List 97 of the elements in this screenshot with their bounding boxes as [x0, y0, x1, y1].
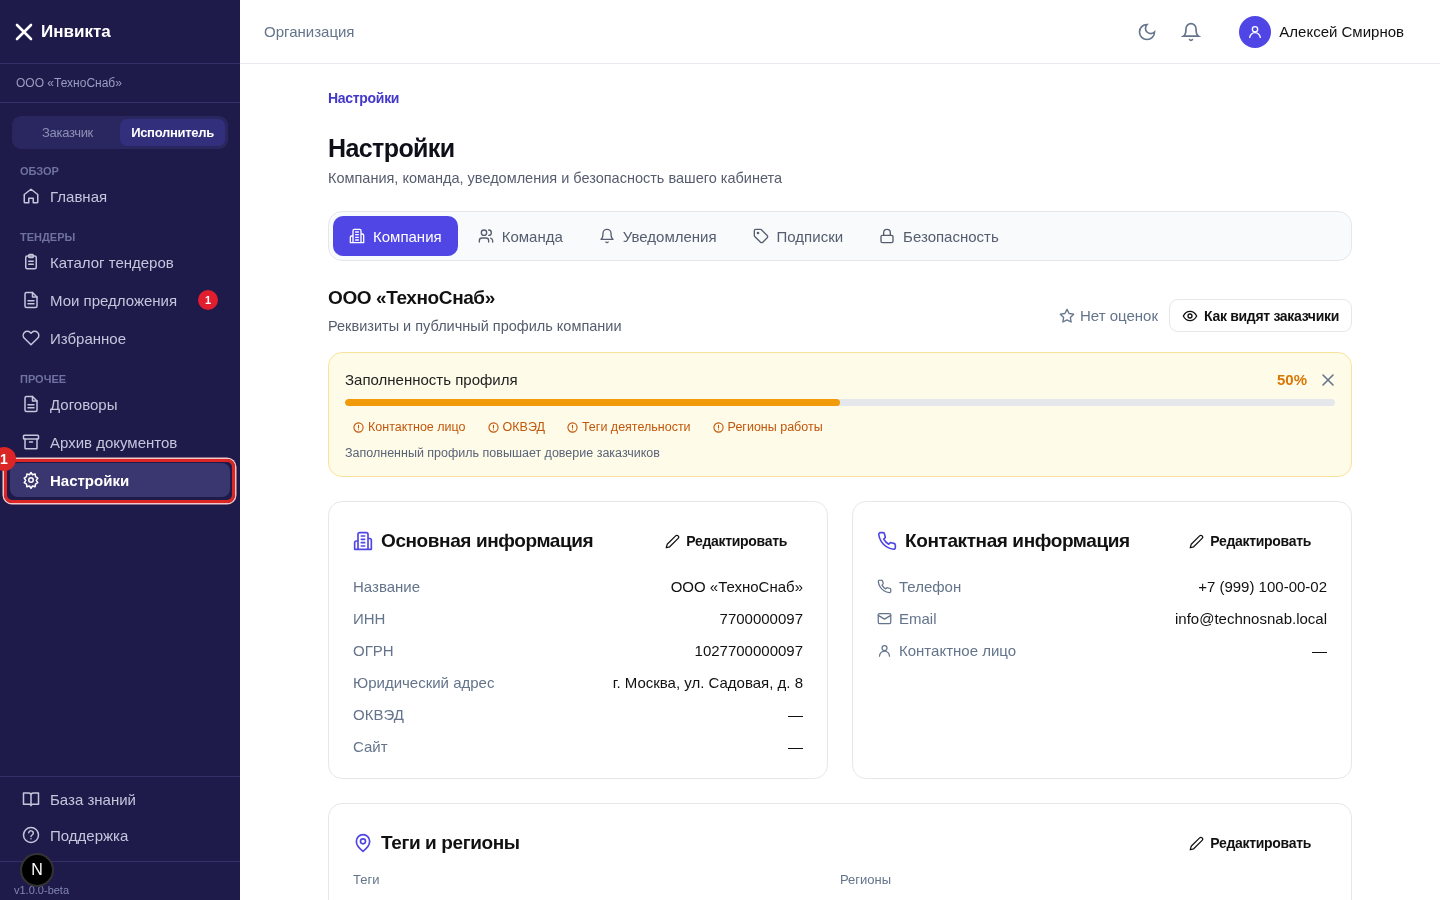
percent-value: 50% [1276, 371, 1307, 388]
panel-title: Заполненность профиля [345, 371, 519, 388]
avatar-icon[interactable] [1239, 15, 1272, 48]
settings-icon [22, 471, 40, 489]
map-pin-icon [353, 833, 373, 853]
phone-icon [877, 578, 892, 594]
nav-item[interactable]: Каталог тендеров [10, 245, 230, 279]
nav-section-title: ТЕНДЕРЫ [19, 230, 77, 245]
tab[interactable]: Уведомления [582, 216, 733, 256]
page-title: Настройки [328, 134, 456, 163]
rating-label: Нет оценок [1058, 307, 1158, 324]
field-label: Сайт [353, 737, 388, 755]
lock-icon [879, 228, 896, 244]
role-tab[interactable]: Исполнитель [120, 119, 225, 146]
field-label: Контактное лицо [899, 641, 1017, 659]
tag-icon [752, 228, 769, 244]
field-label: Email [899, 609, 937, 627]
nav-item[interactable]: База знаний [10, 781, 230, 817]
field-label: ОГРН [353, 641, 394, 659]
alert-icon [712, 421, 724, 433]
brand-name: Инвикта [41, 21, 111, 42]
pencil-icon [1189, 533, 1205, 549]
field-label: ИНН [353, 609, 386, 627]
field-label: ОКВЭД [353, 705, 404, 723]
edit-button[interactable]: Редактировать [1183, 834, 1317, 852]
archive-box-icon [22, 433, 40, 451]
nav-item[interactable]: Договоры [10, 387, 230, 421]
field-value: г. Москва, ул. Садовая, д. 8 [612, 673, 803, 691]
missing-field-link[interactable]: Контактное лицо [353, 420, 466, 434]
tab[interactable]: Безопасность [863, 216, 1015, 256]
card-title: Основная информация [381, 530, 594, 552]
count-badge: 1 [198, 290, 218, 310]
nav-item[interactable]: Настройки [10, 463, 230, 497]
preview-button[interactable]: Как видят заказчики [1169, 299, 1352, 332]
nav-item[interactable]: Поддержка [10, 817, 230, 853]
tab[interactable]: Команда [461, 216, 579, 256]
nav-item[interactable]: Избранное [10, 321, 230, 355]
bell-icon[interactable] [1181, 21, 1202, 42]
users-icon [477, 228, 494, 244]
nav-section-title: ОБЗОР [19, 164, 60, 179]
person-icon [877, 642, 892, 658]
building-icon [353, 531, 373, 551]
edit-button[interactable]: Редактировать [1183, 532, 1317, 550]
building-icon [349, 228, 365, 244]
company-description: Реквизиты и публичный профиль компании [328, 318, 622, 334]
field-label: Телефон [899, 577, 962, 595]
clipboard-icon [22, 253, 40, 271]
heart-icon [22, 329, 40, 347]
breadcrumb-link[interactable]: Настройки [328, 90, 400, 106]
house-icon [22, 187, 40, 205]
section-title: Организация [264, 23, 355, 40]
field-label: Название [353, 577, 421, 595]
document-icon [22, 395, 40, 413]
user-name[interactable]: Алексей Смирнов [1279, 23, 1404, 40]
field-value: info@technosnab.local [1175, 609, 1327, 627]
page-subtitle: Компания, команда, уведомления и безопасность вашего кабинета [328, 170, 784, 186]
help-icon [22, 826, 40, 844]
nav-section-title: ПРОЧЕЕ [19, 372, 68, 387]
book-icon [22, 790, 40, 808]
star-icon [1058, 307, 1075, 324]
field-value: 1027700000097 [694, 641, 803, 659]
field-label: Юридический адрес [353, 673, 495, 691]
field-value: — [788, 705, 803, 723]
missing-field-link[interactable]: Теги деятельности [566, 420, 691, 434]
mail-icon [877, 610, 892, 626]
hint-text: Заполненный профиль повышает доверие заказчиков [345, 446, 661, 460]
document-icon [22, 291, 40, 309]
missing-field-link[interactable]: Регионы работы [712, 420, 823, 434]
column-label: Регионы [840, 872, 893, 887]
field-value: 7700000097 [719, 609, 803, 627]
edit-button[interactable]: Редактировать [659, 532, 793, 550]
pencil-icon [665, 533, 681, 549]
bell-icon [598, 228, 615, 244]
missing-field-link[interactable]: ОКВЭД [487, 420, 545, 434]
nav-item[interactable]: Мои предложения 1 [10, 283, 230, 317]
cross-logo-icon [15, 22, 33, 41]
alert-icon [487, 421, 499, 433]
nav-item[interactable]: Главная [10, 179, 230, 213]
alert-icon [566, 421, 578, 433]
card-title: Теги и регионы [381, 832, 520, 854]
card-title: Контактная информация [905, 530, 1130, 552]
pencil-icon [1189, 835, 1205, 851]
column-label: Теги [353, 872, 381, 887]
field-value: ООО «ТехноСнаб» [670, 577, 803, 595]
field-value: +7 (999) 100-00-02 [1198, 577, 1327, 595]
close-icon[interactable] [1321, 372, 1335, 387]
dev-indicator-button[interactable]: N [20, 853, 54, 887]
phone-icon [877, 531, 897, 551]
alert-icon [353, 421, 364, 433]
tab[interactable]: Компания [333, 216, 458, 256]
field-value: — [1312, 641, 1327, 659]
role-tab[interactable]: Заказчик [15, 119, 120, 146]
field-value: — [788, 737, 803, 755]
annotation-marker: 1 [0, 447, 16, 471]
moon-icon[interactable] [1137, 21, 1158, 42]
company-name: ООО «ТехноСнаб» [328, 287, 496, 309]
tab[interactable]: Подписки [736, 216, 860, 256]
